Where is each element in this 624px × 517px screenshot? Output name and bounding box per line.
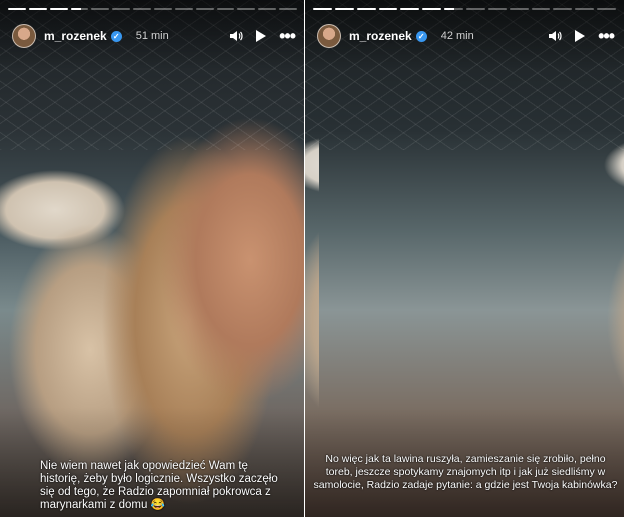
progress-segment <box>237 8 256 10</box>
progress-segment <box>553 8 573 10</box>
speaker-icon[interactable] <box>229 29 243 43</box>
progress-segment <box>154 8 172 10</box>
progress-segment <box>334 8 354 10</box>
progress-segment <box>112 8 131 10</box>
verified-badge-icon: ✓ <box>110 30 122 42</box>
progress-segment <box>509 8 529 10</box>
username[interactable]: m_rozenek <box>349 29 412 43</box>
progress-segment <box>133 8 152 10</box>
username[interactable]: m_rozenek <box>44 29 107 43</box>
progress-segment <box>466 8 485 10</box>
play-icon[interactable] <box>574 29 586 43</box>
progress-segment <box>313 8 332 10</box>
story-panel-right[interactable]: m_rozenek ✓ 42 min ••• No więc jak ta la… <box>305 0 624 517</box>
story-progress-bar <box>8 8 298 10</box>
story-timestamp: 51 min <box>135 30 169 42</box>
progress-segment <box>8 8 26 10</box>
progress-segment <box>378 8 398 10</box>
story-header: m_rozenek ✓ 51 min ••• <box>12 22 296 50</box>
progress-segment <box>531 8 551 10</box>
progress-segment <box>216 8 235 10</box>
story-header: m_rozenek ✓ 42 min ••• <box>317 22 615 50</box>
progress-segment <box>70 8 89 10</box>
avatar[interactable] <box>12 24 36 48</box>
play-icon[interactable] <box>255 29 267 43</box>
progress-segment <box>195 8 214 10</box>
progress-segment <box>279 8 298 10</box>
story-caption: No więc jak ta lawina ruszyła, zamieszan… <box>313 453 618 491</box>
progress-segment <box>258 8 277 10</box>
progress-segment <box>400 8 420 10</box>
progress-segment <box>487 8 507 10</box>
progress-segment <box>356 8 376 10</box>
story-caption: Nie wiem nawet jak opowiedzieć Wam tę hi… <box>40 460 278 511</box>
progress-segment <box>422 8 442 10</box>
progress-segment <box>49 8 68 10</box>
story-timestamp: 42 min <box>440 30 474 42</box>
progress-segment <box>91 8 110 10</box>
progress-segment <box>575 8 595 10</box>
speaker-icon[interactable] <box>548 29 562 43</box>
progress-segment <box>174 8 193 10</box>
progress-segment <box>28 8 47 10</box>
story-panel-left[interactable]: m_rozenek ✓ 51 min ••• Nie wiem nawet ja… <box>0 0 305 517</box>
more-icon[interactable]: ••• <box>598 27 615 45</box>
progress-segment <box>597 8 617 10</box>
more-icon[interactable]: ••• <box>279 27 296 45</box>
avatar[interactable] <box>317 24 341 48</box>
story-progress-bar <box>313 8 617 10</box>
progress-segment <box>444 8 464 10</box>
verified-badge-icon: ✓ <box>415 30 427 42</box>
